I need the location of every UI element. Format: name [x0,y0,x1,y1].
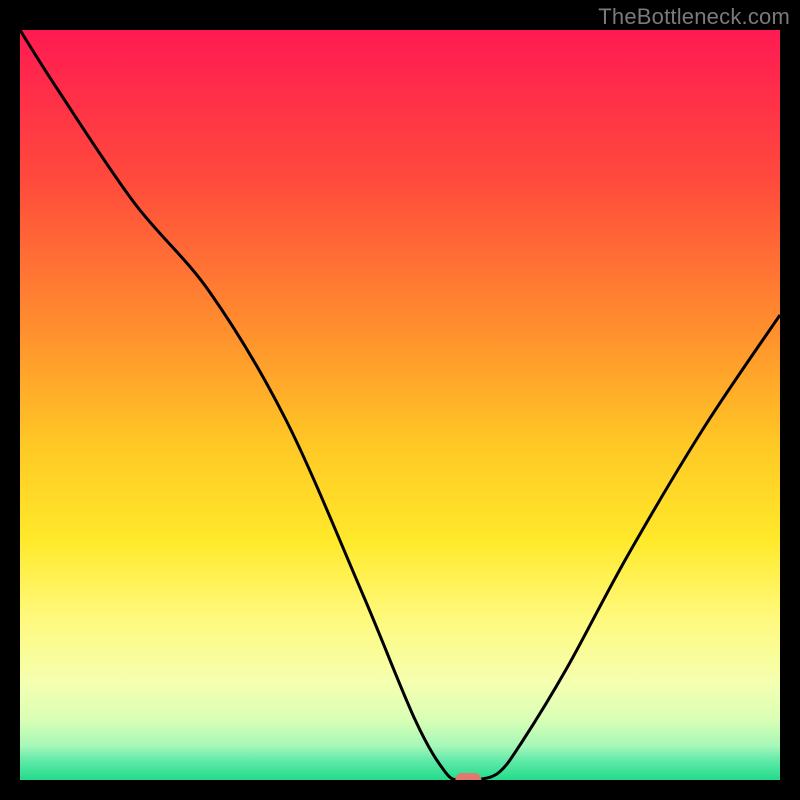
gradient-background [20,30,780,780]
plot-area [20,30,780,780]
chart-frame: TheBottleneck.com [0,0,800,800]
watermark-text: TheBottleneck.com [598,4,790,30]
optimal-marker [455,773,481,780]
chart-svg [20,30,780,780]
